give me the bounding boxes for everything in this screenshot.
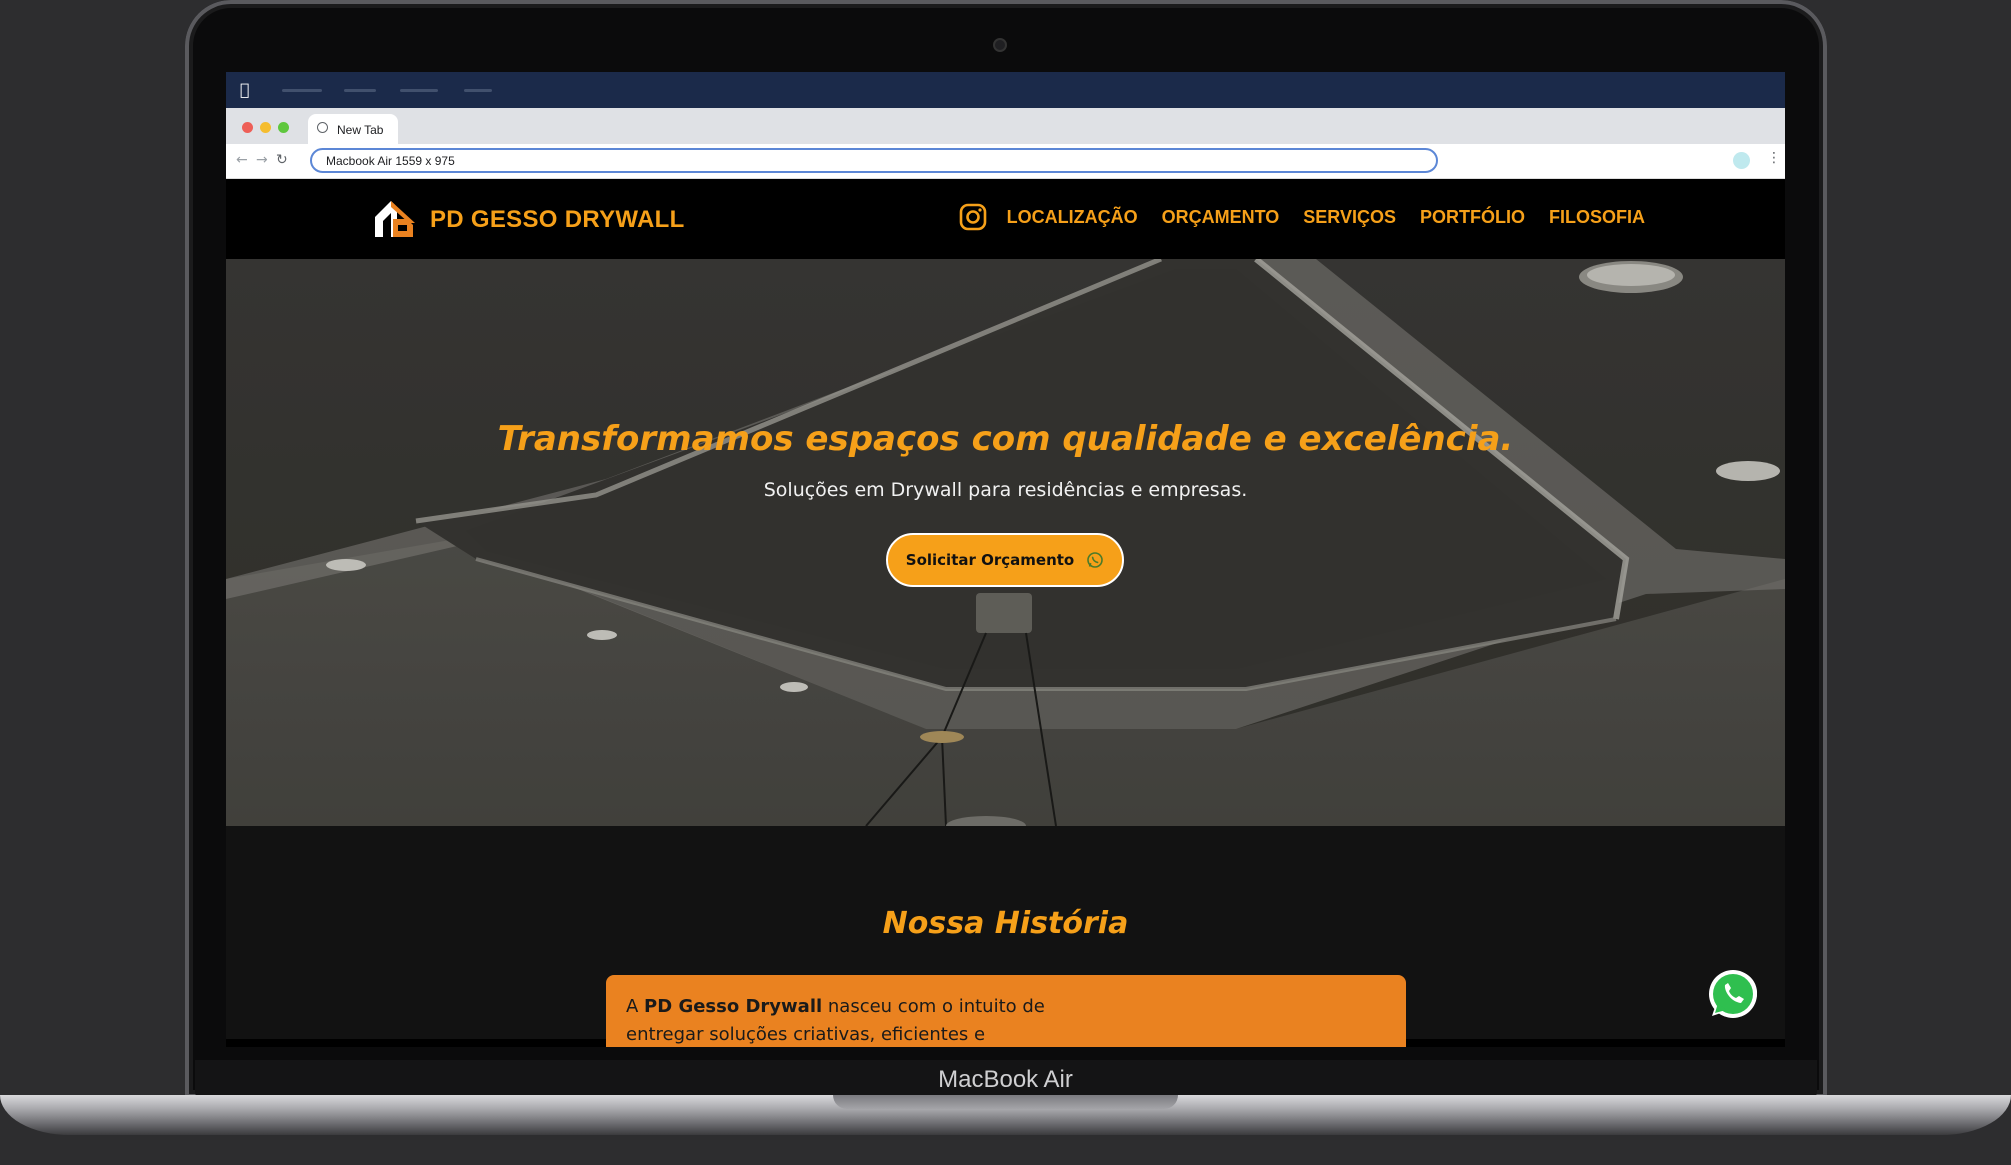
site-header: PD GESSO DRYWALL LOCALIZAÇÃO ORÇAMENTO S…: [226, 179, 1785, 259]
camera: [993, 38, 1007, 52]
menu-item[interactable]: [282, 89, 322, 92]
nav-portfolio[interactable]: PORTFÓLIO: [1420, 207, 1525, 228]
device-label: MacBook Air: [938, 1066, 1073, 1093]
whatsapp-float-button[interactable]: [1706, 968, 1760, 1022]
screen:  New Tab ← → ↻ Macbook Air 1559 x 975 ⋮: [226, 72, 1785, 1047]
menu-item[interactable]: [344, 89, 376, 92]
whatsapp-icon: [1087, 552, 1104, 568]
history-title: Nossa História: [882, 906, 1129, 941]
mac-menu-bar: : [226, 72, 1785, 108]
minimize-window-button[interactable]: [260, 122, 271, 133]
back-icon[interactable]: ←: [236, 152, 248, 168]
hero-title: Transformamos espaços com qualidade e ex…: [497, 419, 1514, 459]
apple-icon[interactable]: : [240, 80, 250, 99]
tab-title: New Tab: [337, 123, 384, 137]
reload-icon[interactable]: ↻: [276, 152, 288, 168]
browser-tab-bar: New Tab: [226, 108, 1785, 144]
menu-item[interactable]: [400, 89, 438, 92]
hero-subtitle: Soluções em Drywall para residências e e…: [763, 479, 1248, 501]
instagram-icon[interactable]: [959, 203, 987, 231]
history-section: Nossa História A PD Gesso Drywall nasceu…: [226, 826, 1785, 1047]
maximize-window-button[interactable]: [278, 122, 289, 133]
profile-icon[interactable]: [1733, 152, 1750, 169]
logo-icon[interactable]: [371, 195, 419, 243]
history-card: A PD Gesso Drywall nasceu com o intuito …: [606, 975, 1406, 1047]
main-nav: LOCALIZAÇÃO ORÇAMENTO SERVIÇOS PORTFÓLIO…: [959, 203, 1645, 231]
history-text-bold: PD Gesso Drywall: [644, 996, 823, 1017]
history-text-prefix: A: [626, 996, 645, 1017]
menu-item[interactable]: [464, 89, 492, 92]
browser-tab[interactable]: New Tab: [308, 114, 398, 144]
nav-orcamento[interactable]: ORÇAMENTO: [1162, 207, 1280, 228]
more-menu-icon[interactable]: ⋮: [1767, 150, 1781, 166]
forward-icon[interactable]: →: [256, 152, 268, 168]
brand-name[interactable]: PD GESSO DRYWALL: [430, 206, 685, 234]
laptop-notch: [833, 1095, 1178, 1109]
history-text-rest: nasceu com o intuito de: [822, 996, 1045, 1017]
hero-section: Transformamos espaços com qualidade e ex…: [226, 259, 1785, 826]
close-window-button[interactable]: [242, 122, 253, 133]
nav-localizacao[interactable]: LOCALIZAÇÃO: [1007, 207, 1138, 228]
browser-toolbar: ← → ↻ Macbook Air 1559 x 975 ⋮: [226, 144, 1785, 179]
address-bar[interactable]: Macbook Air 1559 x 975: [310, 148, 1438, 173]
globe-icon: [317, 122, 328, 133]
cta-label: Solicitar Orçamento: [905, 551, 1075, 569]
nav-filosofia[interactable]: FILOSOFIA: [1549, 207, 1645, 228]
nav-servicos[interactable]: SERVIÇOS: [1303, 207, 1396, 228]
history-text-line2: entregar soluções criativas, eficientes …: [626, 1024, 986, 1045]
request-quote-button[interactable]: Solicitar Orçamento: [886, 533, 1124, 587]
